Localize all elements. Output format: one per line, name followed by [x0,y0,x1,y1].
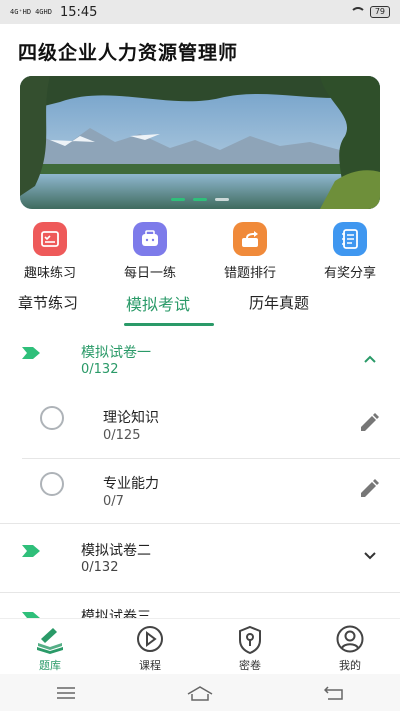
back-icon[interactable] [324,685,344,700]
tab-bar: 章节练习 模拟考试 历年真题 [0,292,400,328]
wifi-icon [349,7,366,17]
tab-chapter-practice[interactable]: 章节练习 [18,292,78,313]
carousel-dot-3[interactable] [215,198,229,201]
nav-item-question-bank[interactable]: 题库 [0,619,100,674]
subsection-title: 理论知识 [103,410,159,426]
nav-label: 我的 [339,659,361,672]
subsection-item-1[interactable]: 理论知识 0/125 [0,396,400,462]
signal-indicator-2: 4GHD [35,8,52,16]
subsection-title: 专业能力 [103,476,159,492]
paper-item-1[interactable]: 模拟试卷一 0/132 [0,330,400,396]
pencil-icon[interactable] [358,478,380,500]
paper-item-3[interactable]: 模拟试卷三 [0,596,400,618]
tab-past-exams[interactable]: 历年真题 [249,292,309,313]
paper-count: 0/132 [81,362,119,377]
tile-label: 每日一练 [123,266,176,281]
tile-fun-practice[interactable]: 趣味练习 [12,222,88,281]
nav-item-secret-papers[interactable]: 密卷 [200,619,300,674]
tile-label: 错题排行 [223,266,276,281]
tab-active-indicator [124,323,214,326]
menu-icon[interactable] [56,686,76,700]
chevron-up-icon[interactable] [364,353,376,365]
books-icon [37,628,63,654]
tile-mistake-ranking[interactable]: 错题排行 [212,222,288,281]
carousel-indicator [20,198,380,201]
radio-button[interactable] [40,406,64,430]
clipboard-check-icon [33,222,67,256]
play-circle-icon [137,626,163,652]
nav-item-profile[interactable]: 我的 [300,619,400,674]
paper-count: 0/132 [81,560,119,575]
nav-label: 课程 [139,659,161,672]
tile-reward-share[interactable]: 有奖分享 [312,222,388,281]
page-title: 四级企业人力资源管理师 [18,42,239,64]
divider [0,523,400,524]
flag-icon [22,347,40,359]
signal-indicator-1: 4G⁺HD [10,8,32,16]
subsection-count: 0/7 [103,494,124,509]
battery-icon: 79 [369,6,390,18]
system-navigation-bar [0,674,400,711]
tile-daily-practice[interactable]: 每日一练 [112,222,188,281]
paper-title: 模拟试卷二 [81,543,151,559]
bottom-navigation: 题库 课程 密卷 我的 [0,618,400,674]
divider [22,458,400,459]
status-time: 15:45 [59,4,98,20]
user-icon [336,625,364,653]
carousel-dot-2[interactable] [193,198,207,201]
subsection-item-2[interactable]: 专业能力 0/7 [0,462,400,524]
chevron-down-icon[interactable] [364,550,376,562]
banner-landscape-image [20,76,380,209]
divider [0,592,400,593]
subsection-count: 0/125 [103,428,141,443]
quick-actions: 趣味练习 每日一练 错题排行 有奖分享 [0,222,400,281]
carousel-dot-1[interactable] [171,198,185,201]
notebook-icon [333,222,367,256]
briefcase-icon [133,222,167,256]
home-icon[interactable] [187,685,213,701]
nav-item-courses[interactable]: 课程 [100,619,200,674]
paper-title: 模拟试卷一 [81,345,151,361]
status-bar: 4G⁺HD 4GHD 15:45 79 [0,0,400,24]
share-box-icon [233,222,267,256]
paper-title: 模拟试卷三 [81,609,151,618]
tab-mock-exam[interactable]: 模拟考试 [126,291,190,315]
banner-carousel[interactable] [20,76,380,209]
radio-button[interactable] [40,472,64,496]
nav-label: 题库 [39,659,61,672]
flag-icon [22,545,40,557]
lock-shield-icon [239,625,261,655]
paper-item-2[interactable]: 模拟试卷二 0/132 [0,526,400,592]
nav-label: 密卷 [239,659,261,672]
tile-label: 有奖分享 [323,266,376,281]
pencil-icon[interactable] [358,412,380,434]
tile-label: 趣味练习 [23,266,76,281]
